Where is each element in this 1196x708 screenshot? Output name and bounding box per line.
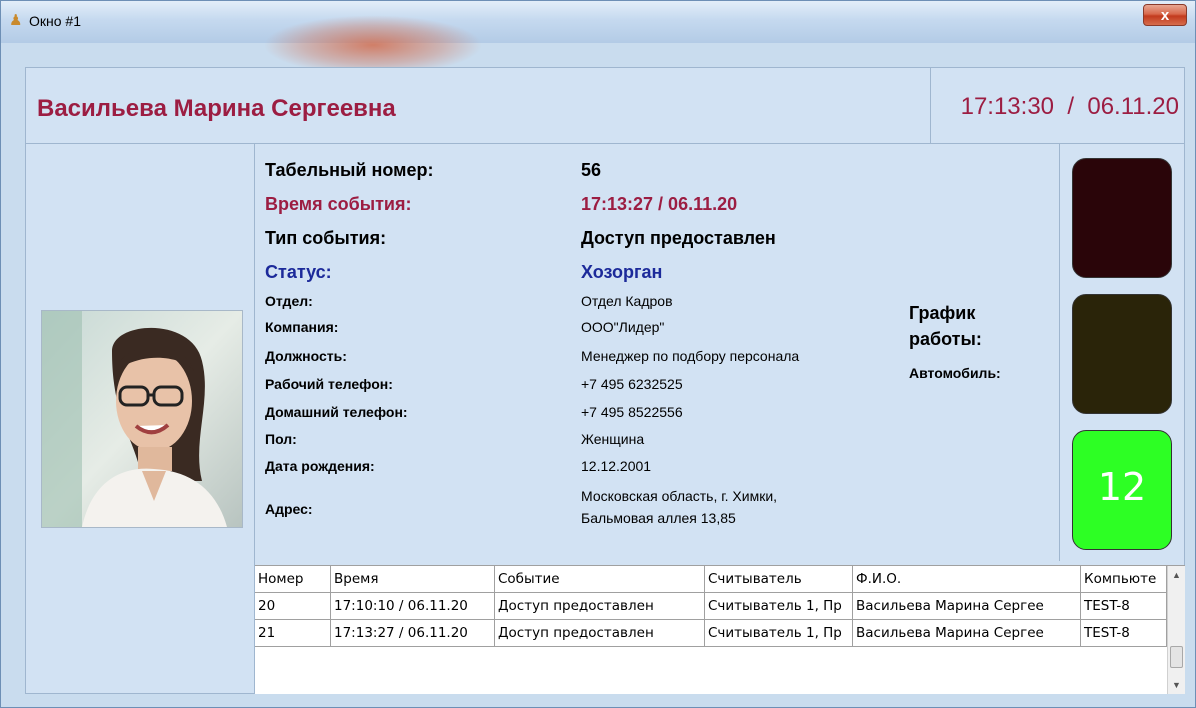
home-phone-value: +7 495 8522556 (581, 404, 683, 420)
table-scrollbar[interactable]: ▲ ▼ (1167, 566, 1185, 694)
column-header-time[interactable]: Время (331, 566, 495, 593)
table-cell: 21 (255, 620, 331, 647)
work-phone-label: Рабочий телефон: (265, 376, 393, 392)
work-phone-value: +7 495 6232525 (581, 376, 683, 392)
current-time: 17:13:30 / 06.11.20 (960, 93, 1179, 120)
app-window: ♟ Окно #1 x Васильева Марина Сергеевна 1… (0, 0, 1196, 708)
dept-label: Отдел: (265, 293, 313, 309)
tab-number-value: 56 (581, 160, 602, 180)
address-line-1: Московская область, г. Химки, (581, 488, 778, 504)
scroll-thumb[interactable] (1170, 646, 1183, 668)
tab-number-label: Табельный номер: (265, 160, 434, 180)
company-label: Компания: (265, 319, 339, 335)
table-row[interactable]: 21 17:13:27 / 06.11.20 Доступ предоставл… (255, 620, 1167, 647)
gender-label: Пол: (265, 431, 297, 447)
table-row[interactable]: 20 17:10:10 / 06.11.20 Доступ предоставл… (255, 593, 1167, 620)
scroll-down-icon[interactable]: ▼ (1168, 676, 1185, 694)
scroll-up-icon[interactable]: ▲ (1168, 566, 1185, 584)
table-cell: 17:13:27 / 06.11.20 (331, 620, 495, 647)
table-cell: Васильева Марина Сергее (853, 620, 1081, 647)
window-title: Окно #1 (29, 13, 81, 29)
car-label: Автомобиль: (909, 365, 1001, 381)
events-table[interactable]: Номер Время Событие Считыватель Ф.И.О. К… (255, 565, 1185, 694)
title-bar[interactable]: ♟ Окно #1 x (1, 1, 1195, 75)
birth-date-value: 12.12.2001 (581, 458, 652, 474)
position-value: Менеджер по подбору персонала (581, 348, 800, 364)
column-header-computer[interactable]: Компьюте (1081, 566, 1167, 593)
indicator-lamp-1 (1072, 158, 1172, 278)
address-line-2: Бальмовая аллея 13,85 (581, 510, 736, 526)
company-value: ООО"Лидер" (581, 319, 665, 335)
table-cell: 17:10:10 / 06.11.20 (331, 593, 495, 620)
table-cell: TEST-8 (1081, 620, 1167, 647)
table-cell: Доступ предоставлен (495, 593, 705, 620)
column-header-number[interactable]: Номер (255, 566, 331, 593)
table-cell: Считыватель 1, Пр (705, 593, 853, 620)
person-icon: ♟ (9, 12, 23, 29)
gender-value: Женщина (581, 431, 645, 447)
column-header-reader[interactable]: Считыватель (705, 566, 853, 593)
status-value: Хозорган (581, 262, 663, 282)
home-phone-label: Домашний телефон: (265, 404, 408, 420)
close-button[interactable]: x (1143, 4, 1187, 26)
event-type-value: Доступ предоставлен (581, 228, 776, 248)
schedule-label-line2: работы: (909, 329, 982, 349)
table-header-row: Номер Время Событие Считыватель Ф.И.О. К… (255, 566, 1167, 593)
header-bar: Васильева Марина Сергеевна 17:13:30 / 06… (25, 67, 1185, 144)
indicator-lamp-2 (1072, 294, 1172, 414)
table-cell: TEST-8 (1081, 593, 1167, 620)
table-cell: Доступ предоставлен (495, 620, 705, 647)
table-cell: Считыватель 1, Пр (705, 620, 853, 647)
address-label: Адрес: (265, 501, 313, 517)
indicator-lamp-3: 12 (1072, 430, 1172, 550)
column-header-fio[interactable]: Ф.И.О. (853, 566, 1081, 593)
event-type-label: Тип события: (265, 228, 387, 248)
position-label: Должность: (265, 348, 347, 364)
event-time-value: 17:13:27 / 06.11.20 (581, 194, 738, 214)
person-name: Васильева Марина Сергеевна (37, 95, 396, 122)
table-cell: Васильева Марина Сергее (853, 593, 1081, 620)
schedule-label-line1: График (909, 303, 976, 323)
titlebar-glow (263, 15, 483, 75)
indicator-number: 12 (1097, 465, 1147, 509)
clock-box: 17:13:30 / 06.11.20 (930, 67, 1185, 143)
event-time-label: Время события: (265, 194, 412, 214)
birth-date-label: Дата рождения: (265, 458, 375, 474)
table-cell: 20 (255, 593, 331, 620)
indicator-panel: 12 (1059, 144, 1185, 561)
employee-photo (41, 310, 243, 528)
column-header-event[interactable]: Событие (495, 566, 705, 593)
dept-value: Отдел Кадров (581, 293, 673, 309)
status-label: Статус: (265, 262, 332, 282)
